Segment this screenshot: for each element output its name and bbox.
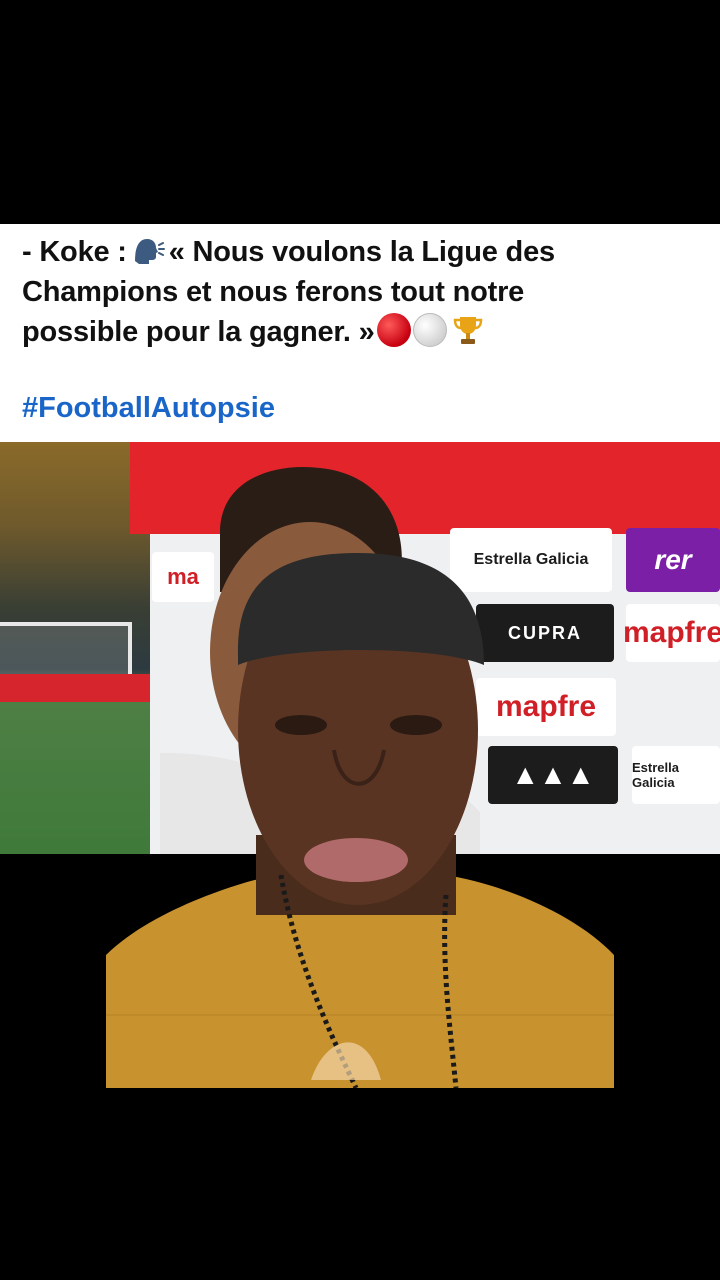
- caption-line-2: Champions et nous ferons tout notre: [22, 276, 525, 308]
- speaking-head-icon: [134, 239, 165, 264]
- hashtag-link[interactable]: #FootballAutopsie: [22, 392, 275, 425]
- white-circle-icon: [412, 313, 447, 347]
- creator-overlay: [106, 553, 614, 1088]
- sponsor-tile: rer: [626, 528, 720, 592]
- red-circle-icon: [376, 313, 411, 347]
- caption-speaker: - Koke :: [22, 236, 127, 268]
- trophy-icon: [453, 317, 482, 344]
- sponsor-tile: mapfre: [623, 604, 720, 662]
- post-caption-card: - Koke : « Nous voulons la Ligue des Cham…: [0, 224, 720, 442]
- post-caption-text: - Koke : « Nous voulons la Ligue des Cham…: [22, 232, 698, 352]
- caption-quote-start: « Nous voulons la Ligue des: [168, 236, 555, 268]
- caption-quote-end: possible pour la gagner. »: [22, 316, 375, 348]
- caption-line-3: possible pour la gagner. »: [22, 312, 698, 352]
- caption-line-1: - Koke : « Nous voulons la Ligue des: [22, 232, 698, 272]
- sponsor-tile: Estrella Galicia: [632, 746, 720, 804]
